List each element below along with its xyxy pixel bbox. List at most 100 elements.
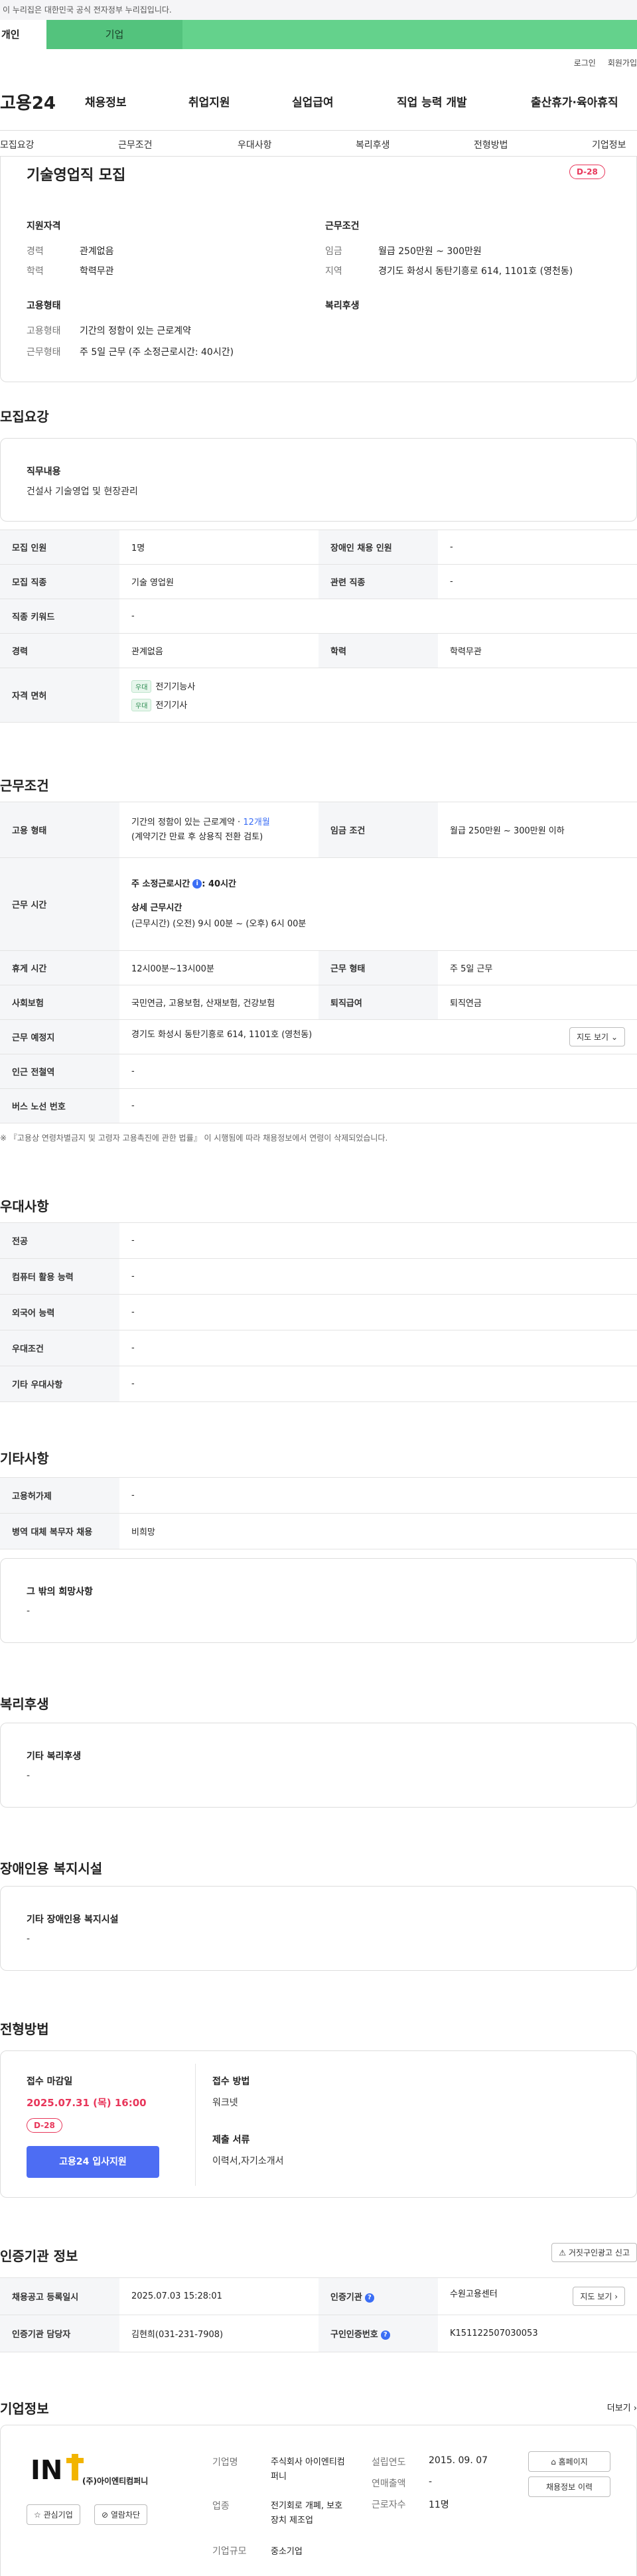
retirement-value: 퇴직연금	[438, 985, 637, 1020]
emp-type-text: 기간의 정함이 있는 근로계약 ·	[131, 817, 244, 827]
hours-value: 주 소정근로시간 i: 40시간 상세 근무시간 (근무시간) (오전) 9시 0…	[119, 857, 637, 951]
job-type-value: 기술 영업원	[119, 564, 318, 599]
tab-recruit[interactable]: 모집요강	[0, 138, 35, 151]
block-icon: ⊘	[102, 2510, 109, 2520]
main-nav: 고용24 채용정보 취업지원 실업급여 직업 능력 개발 출산휴가·육아휴직	[0, 86, 637, 117]
tab-preferences[interactable]: 우대사항	[238, 138, 272, 151]
map-button[interactable]: 지도 보기 ⌄	[569, 1027, 625, 1046]
retirement-label: 퇴직급여	[318, 985, 438, 1020]
work-table: 고용 형태 기간의 정함이 있는 근로계약 · 12개월 (계약기간 만료 후 …	[0, 802, 637, 1123]
edu-label: 학력	[27, 266, 44, 277]
workplace-label: 근무 예정지	[0, 1019, 119, 1054]
agency-label-text: 인증기관	[330, 2293, 362, 2303]
disabled-fac-box-heading: 기타 장애인용 복지시설	[27, 1914, 119, 1925]
agency-heading: 인증기관 정보	[0, 2248, 78, 2264]
pref-computer-label: 컴퓨터 활용 능력	[0, 1258, 119, 1295]
svg-text:IN: IN	[31, 2455, 62, 2486]
pay-cond-value: 월급 250만원 ~ 300만원 이하	[438, 802, 637, 858]
duty-heading: 직무내용	[27, 466, 61, 477]
career-label: 경력	[27, 246, 44, 257]
cert-num-label-text: 구인인증번호	[330, 2330, 378, 2340]
tab-work-conditions[interactable]: 근무조건	[118, 138, 153, 151]
co-est-value: 2015. 09. 07	[429, 2455, 488, 2466]
preferred-tag: 우대	[131, 680, 152, 693]
tab-company-info[interactable]: 기업정보	[592, 138, 626, 151]
method-heading: 접수 방법	[212, 2076, 250, 2087]
tab-process[interactable]: 전형방법	[474, 138, 508, 151]
false-ad-report-button[interactable]: ⚠ 거짓구인광고 신고	[551, 2243, 637, 2262]
report-button-label: 거짓구인광고 신고	[568, 2248, 630, 2257]
agency-name: 수원고용센터	[450, 2289, 498, 2299]
headcount-value: 1명	[119, 530, 318, 565]
util-links: 로그인 회원가입	[574, 57, 637, 68]
login-link[interactable]: 로그인	[574, 57, 596, 68]
nav-unemployment-benefit[interactable]: 실업급여	[292, 93, 334, 109]
co-est-label: 설립연도	[372, 2457, 406, 2468]
emp-type-value: 기간의 정함이 있는 근로계약	[80, 326, 191, 336]
employment-heading: 고용형태	[27, 301, 61, 311]
tab-company[interactable]: 기업	[46, 20, 182, 49]
pref-major-value: -	[119, 1222, 637, 1259]
pref-computer-value: -	[119, 1258, 637, 1295]
favorite-company-button[interactable]: ☆ 관심기업	[27, 2504, 80, 2525]
user-type-tabs: 개인 기업	[0, 20, 637, 49]
block-company-button[interactable]: ⊘ 열람차단	[94, 2504, 148, 2525]
apply-button[interactable]: 고용24 입사지원	[27, 2146, 159, 2178]
work-form-row-label: 근무 형태	[318, 950, 438, 985]
company-more-link[interactable]: 더보기 ›	[607, 2401, 637, 2413]
license-1: 전기기능사	[155, 681, 196, 692]
welfare-summary-heading: 복리후생	[325, 301, 360, 311]
duty-value: 건설사 기술영업 및 현장관리	[27, 486, 138, 497]
pay-value: 월급 250만원 ~ 300만원	[378, 246, 482, 257]
agency-map-button[interactable]: 지도 보기 ›	[573, 2287, 625, 2306]
divider	[195, 2064, 196, 2186]
career-row-label: 경력	[0, 633, 119, 668]
other-wish-heading: 그 밖의 희망사항	[27, 1587, 93, 1597]
insurance-value: 국민연금, 고용보험, 산재보험, 건강보험	[119, 985, 318, 1020]
rest-value: 12시00분~13시00분	[119, 950, 318, 985]
license-value: 우대 전기기능사 우대 전기기사	[119, 668, 637, 723]
edu-value: 학력무관	[80, 266, 114, 277]
bus-label: 버스 노선 번호	[0, 1088, 119, 1123]
signup-link[interactable]: 회원가입	[608, 57, 637, 68]
info-icon[interactable]: i	[192, 879, 202, 889]
company-heading: 기업정보	[0, 2401, 49, 2417]
co-industry-value: 전기회로 개폐, 보호장치 제조업	[271, 2501, 343, 2526]
process-heading: 전형방법	[0, 2021, 49, 2037]
welfare-box-value: -	[27, 1770, 31, 1781]
site-logo[interactable]: 고용24	[0, 90, 73, 114]
work-heading: 근무조건	[0, 778, 49, 794]
nav-parental-leave[interactable]: 출산휴가·육아휴직	[531, 93, 618, 109]
hours-detail-value: (근무시간) (오전) 9시 00분 ~ (오후) 6시 00분	[131, 918, 307, 929]
related-job-value: -	[438, 564, 637, 599]
career-value: 관계없음	[80, 246, 114, 257]
license-label: 자격 면허	[0, 668, 119, 723]
etc-table: 고용허가제 - 병역 대체 복무자 채용 비희망	[0, 1477, 637, 1549]
map-button-label: 지도 보기	[577, 1033, 609, 1042]
station-value: -	[119, 1054, 637, 1089]
deadline-heading: 접수 마감일	[27, 2076, 73, 2087]
reg-date-label: 채용공고 등록일시	[0, 2277, 119, 2315]
disabled-value: -	[438, 530, 637, 565]
nav-jobs[interactable]: 채용정보	[85, 93, 127, 109]
homepage-button[interactable]: ⌂ 홈페이지	[528, 2451, 610, 2472]
emp-label: 고용 형태	[0, 802, 119, 858]
career-row-value: 관계없음	[119, 633, 318, 668]
tab-welfare[interactable]: 복리후생	[356, 138, 390, 151]
reg-date-value: 2025.07.03 15:28:01	[119, 2277, 318, 2315]
tab-personal[interactable]: 개인	[0, 20, 46, 49]
nav-vocational-training[interactable]: 직업 능력 개발	[397, 93, 467, 109]
cert-num-value: K151122507030053	[438, 2315, 637, 2352]
hours-detail-heading: 상세 근무시간	[131, 902, 182, 913]
pref-major-label: 전공	[0, 1222, 119, 1259]
info-icon[interactable]: ?	[380, 2330, 390, 2340]
star-icon: ☆	[34, 2510, 41, 2520]
co-employees-label: 근로자수	[372, 2500, 406, 2510]
info-icon[interactable]: ?	[364, 2293, 374, 2303]
agency-map-label: 지도 보기	[580, 2292, 612, 2301]
welfare-heading: 복리후생	[0, 1696, 49, 1712]
deadline-value: 2025.07.31 (목) 16:00	[27, 2097, 147, 2109]
agency-value: 수원고용센터 지도 보기 ›	[438, 2277, 637, 2315]
job-history-button[interactable]: 채용정보 이력	[528, 2476, 610, 2497]
nav-employment-support[interactable]: 취업지원	[188, 93, 230, 109]
